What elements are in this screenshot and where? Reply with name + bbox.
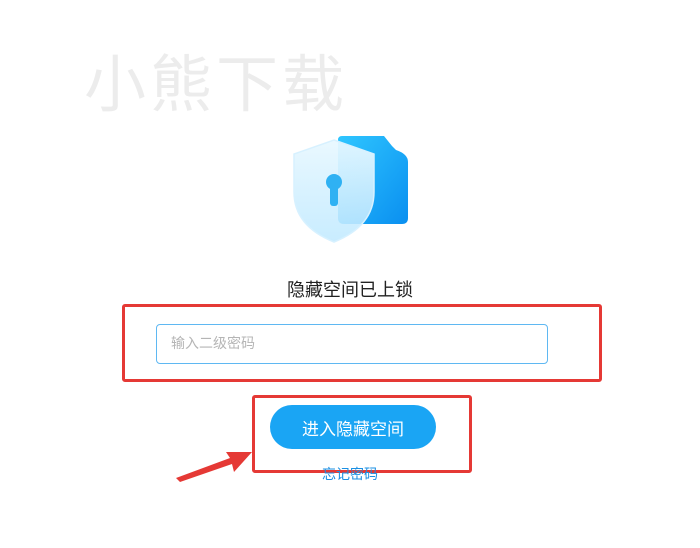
shield-lock-icon bbox=[293, 136, 408, 243]
lock-title: 隐藏空间已上锁 bbox=[287, 280, 413, 301]
watermark: 小熊下载 bbox=[84, 48, 349, 121]
forgot-password-link[interactable]: 忘记密码 bbox=[0, 464, 700, 484]
password-input[interactable] bbox=[156, 324, 548, 364]
arrow-icon bbox=[176, 452, 252, 482]
hidden-space-lock-page: 小熊下载 隐藏空间已上锁 进入隐藏空间 忘记密码 bbox=[0, 0, 700, 548]
enter-hidden-space-button[interactable]: 进入隐藏空间 bbox=[270, 405, 436, 449]
